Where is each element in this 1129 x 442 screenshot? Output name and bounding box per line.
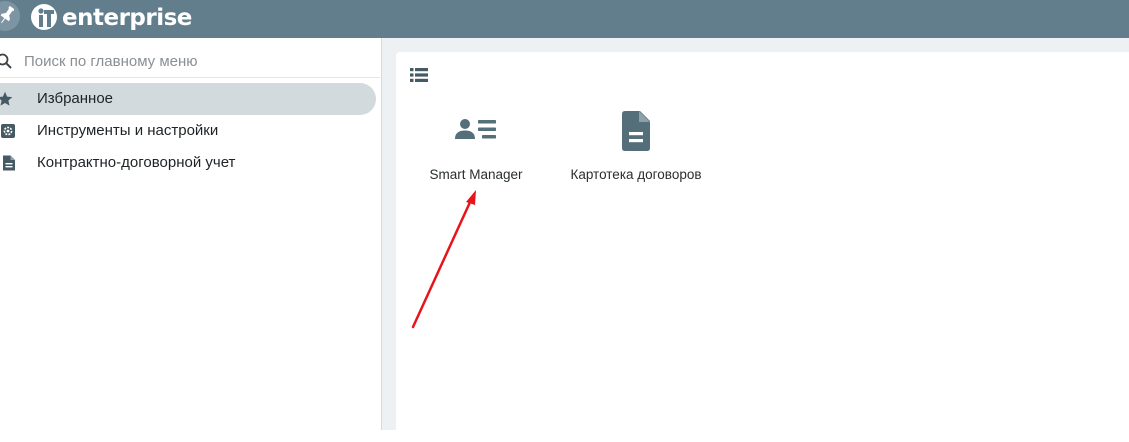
sidebar-item-label: Контрактно-договорной учет	[37, 154, 236, 171]
logo-icon	[31, 4, 57, 30]
gear-icon	[1, 124, 15, 138]
tile-label: Smart Manager	[429, 167, 523, 182]
search-icon	[0, 53, 12, 69]
sidebar-item-label: Избранное	[37, 90, 114, 107]
sidebar-item-favorites[interactable]: Избранное	[0, 83, 376, 115]
menu-search	[0, 44, 380, 78]
top-bar: enterprise	[0, 0, 1129, 38]
pin-icon	[0, 5, 14, 24]
star-icon	[0, 91, 13, 106]
menu-search-input[interactable]	[24, 48, 364, 74]
logo-text: enterprise	[62, 5, 192, 31]
contact-card-icon	[455, 119, 496, 139]
sidebar-item-contract-accounting[interactable]: Контрактно-договорной учет	[0, 147, 376, 179]
tile-smart-manager[interactable]: Smart Manager	[416, 108, 536, 182]
pin-button[interactable]	[0, 1, 20, 31]
document-icon	[622, 111, 650, 151]
document-icon	[3, 155, 15, 171]
sidebar-item-tools-settings[interactable]: Инструменты и настройки	[0, 115, 376, 147]
main-content: Smart Manager Картотека договоров	[382, 38, 1129, 442]
tile-contract-cards[interactable]: Картотека договоров	[558, 108, 714, 182]
favorites-panel: Smart Manager Картотека договоров	[396, 52, 1129, 442]
tile-label: Картотека договоров	[570, 167, 702, 182]
sidebar-item-label: Инструменты и настройки	[37, 122, 219, 139]
list-view-icon[interactable]	[410, 68, 428, 82]
main-menu-sidebar: Избранное Инструменты и настройки Контра…	[0, 38, 382, 430]
